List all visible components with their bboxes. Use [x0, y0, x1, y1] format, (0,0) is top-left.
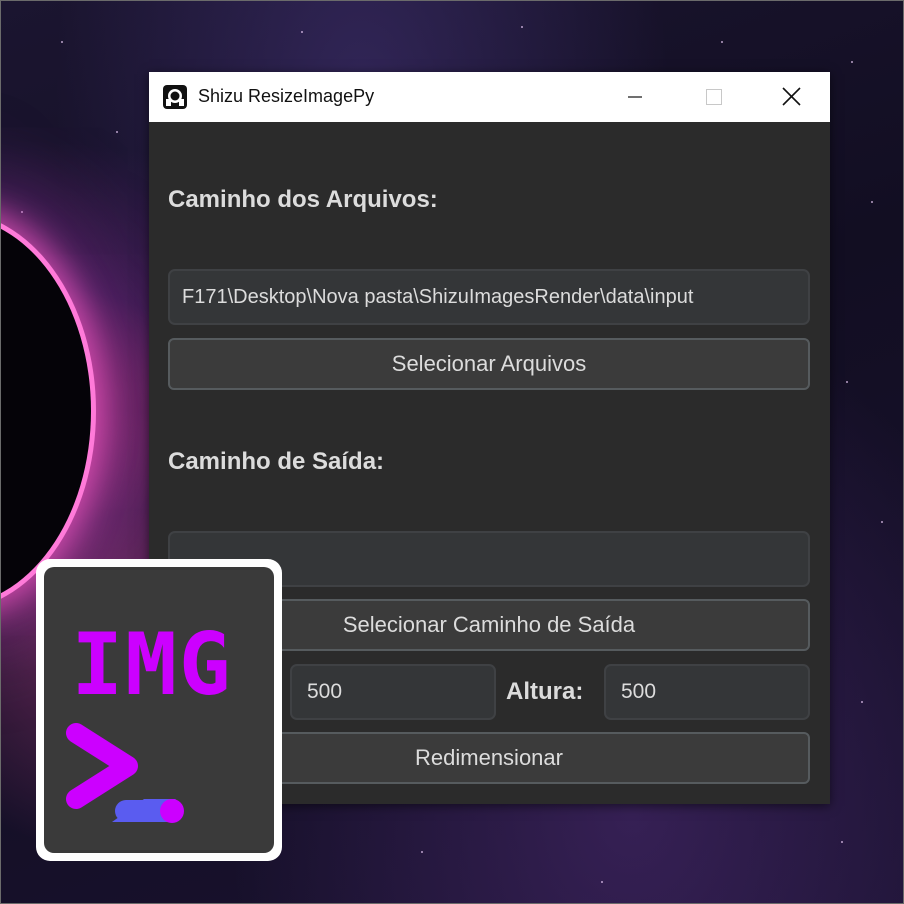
input-path-field[interactable]: F171\Desktop\Nova pasta\ShizuImagesRende…	[168, 269, 810, 325]
star	[61, 41, 63, 43]
output-path-heading: Caminho de Saída:	[168, 448, 385, 475]
star	[301, 31, 303, 33]
logo-text: IMG	[71, 615, 232, 715]
title-bar[interactable]: Shizu ResizeImagePy	[149, 72, 830, 122]
maximize-button[interactable]	[674, 72, 752, 122]
app-logo-card: IMG	[36, 559, 282, 861]
star	[116, 131, 118, 133]
star	[851, 61, 853, 63]
select-files-button[interactable]: Selecionar Arquivos	[168, 338, 810, 390]
minimize-button[interactable]	[596, 72, 674, 122]
cursor-dot	[160, 799, 184, 823]
height-input[interactable]: 500	[604, 664, 810, 720]
star	[846, 381, 848, 383]
close-icon	[782, 87, 801, 106]
input-path-heading: Caminho dos Arquivos:	[168, 186, 438, 213]
star	[421, 851, 423, 853]
width-input[interactable]: 500	[290, 664, 496, 720]
star	[521, 26, 523, 28]
app-logo: IMG	[44, 567, 274, 853]
prompt-chevron-icon	[66, 723, 138, 809]
maximize-icon	[706, 89, 722, 105]
star	[721, 41, 723, 43]
minimize-icon	[628, 96, 642, 98]
star	[861, 701, 863, 703]
close-button[interactable]	[752, 72, 830, 122]
app-icon	[163, 85, 187, 109]
window-title: Shizu ResizeImagePy	[198, 86, 375, 106]
star	[601, 881, 603, 883]
star	[881, 521, 883, 523]
star	[871, 201, 873, 203]
star	[21, 211, 23, 213]
star	[841, 841, 843, 843]
height-label: Altura:	[506, 678, 584, 705]
img-terminal-logo: IMG	[66, 615, 232, 823]
